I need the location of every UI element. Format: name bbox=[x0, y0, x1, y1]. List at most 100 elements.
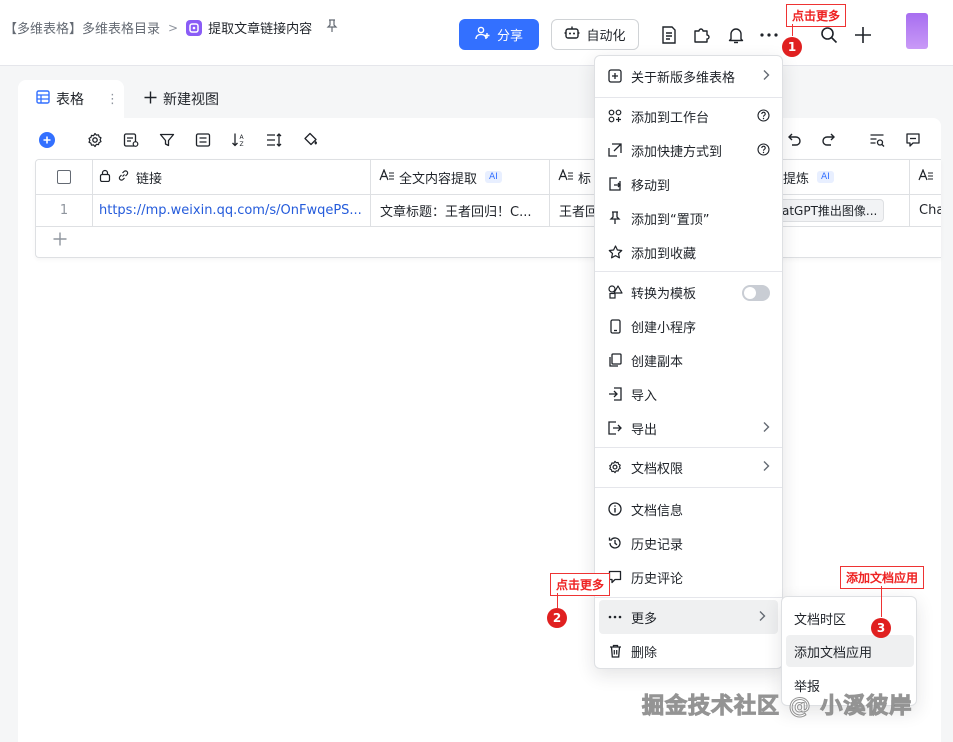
menu-item-import[interactable]: 导入 bbox=[595, 377, 782, 411]
checkbox[interactable] bbox=[57, 170, 71, 184]
menu-item-history[interactable]: 历史记录 bbox=[595, 526, 782, 560]
column-header-full-text[interactable]: 全文内容提取 AI bbox=[371, 160, 550, 194]
export-icon bbox=[607, 420, 623, 436]
phone-icon bbox=[607, 318, 623, 334]
menu-item-pin-top[interactable]: 添加到“置顶” bbox=[595, 201, 782, 235]
menu-item-mini-program[interactable]: 创建小程序 bbox=[595, 309, 782, 343]
cell-extra[interactable]: Cha bbox=[910, 195, 941, 226]
menu-item-about[interactable]: 关于新版多维表格 bbox=[595, 59, 782, 93]
new-view-label: 新建视图 bbox=[163, 92, 219, 108]
menu-item-label: 创建小程序 bbox=[631, 320, 697, 336]
menu-item-create-copy[interactable]: 创建副本 bbox=[595, 343, 782, 377]
redo-icon[interactable] bbox=[819, 130, 839, 150]
menu-item-export[interactable]: 导出 bbox=[595, 411, 782, 445]
breadcrumb-separator: > bbox=[168, 20, 179, 35]
search-icon[interactable] bbox=[819, 25, 839, 45]
import-icon bbox=[607, 386, 623, 402]
breadcrumb-parent[interactable]: 【多维表格】多维表格目录 bbox=[4, 18, 160, 37]
menu-item-add-favorite[interactable]: 添加到收藏 bbox=[595, 235, 782, 269]
row-index: 1 bbox=[36, 195, 93, 226]
column-header-link[interactable]: 链接 bbox=[93, 160, 371, 194]
star-icon bbox=[607, 244, 623, 260]
annotation-2-label: 点击更多 bbox=[550, 573, 611, 596]
annotation-2-badge: 2 bbox=[547, 608, 567, 628]
menu-divider bbox=[595, 271, 782, 272]
text-field-icon bbox=[379, 168, 395, 185]
bitable-app-icon bbox=[186, 19, 203, 36]
cell-summary[interactable]: atGPT推出图像... bbox=[769, 195, 910, 226]
new-view-button[interactable]: 新建视图 bbox=[124, 80, 219, 118]
history-icon bbox=[607, 535, 623, 551]
link-field-icon bbox=[117, 169, 130, 186]
filter-icon[interactable] bbox=[157, 130, 177, 150]
submenu-item-add-doc-app[interactable]: 添加文档应用 bbox=[786, 635, 914, 667]
field-config-icon[interactable] bbox=[121, 130, 141, 150]
chevron-right-icon bbox=[758, 610, 766, 626]
column-header-summary[interactable]: 提炼 AI bbox=[769, 160, 910, 194]
menu-divider bbox=[595, 487, 782, 488]
menu-item-convert-template[interactable]: 转换为模板 bbox=[595, 275, 782, 309]
apps-icon bbox=[607, 108, 623, 124]
group-icon[interactable] bbox=[193, 130, 213, 150]
annotation-2-line bbox=[557, 593, 558, 608]
add-record-icon[interactable] bbox=[39, 132, 55, 148]
row-height-icon[interactable] bbox=[264, 130, 284, 150]
comment-icon[interactable] bbox=[903, 130, 923, 150]
menu-item-label: 添加到“置顶” bbox=[631, 212, 710, 228]
avatar[interactable] bbox=[906, 13, 928, 49]
column-header-extra[interactable] bbox=[910, 160, 941, 194]
menu-item-move-to[interactable]: 移动到 bbox=[595, 167, 782, 201]
tab-table-view[interactable]: 表格 ⋮ bbox=[18, 80, 124, 118]
text-field-icon bbox=[918, 168, 934, 185]
menu-item-add-shortcut[interactable]: 添加快捷方式到 bbox=[595, 133, 782, 167]
cell-link[interactable]: https://mp.weixin.qq.com/s/OnFwqePS... bbox=[93, 195, 371, 226]
doc-list-icon[interactable] bbox=[659, 25, 679, 45]
plugin-icon[interactable] bbox=[691, 25, 711, 45]
more-icon[interactable] bbox=[759, 25, 779, 45]
menu-item-doc-info[interactable]: 文档信息 bbox=[595, 492, 782, 526]
cell-full-text[interactable]: 文章标题：王者回归！C... bbox=[371, 195, 550, 226]
help-icon[interactable] bbox=[757, 143, 770, 160]
ai-badge: AI bbox=[817, 171, 834, 183]
share-button[interactable]: 分享 bbox=[459, 19, 539, 50]
fill-color-icon[interactable] bbox=[301, 130, 321, 150]
pin-icon[interactable] bbox=[326, 18, 338, 37]
help-icon[interactable] bbox=[757, 109, 770, 126]
settings-icon[interactable] bbox=[85, 130, 105, 150]
menu-item-more[interactable]: 更多 bbox=[599, 600, 778, 634]
template-icon bbox=[607, 284, 623, 300]
undo-icon[interactable] bbox=[784, 130, 804, 150]
annotation-3-badge: 3 bbox=[871, 618, 891, 638]
info-square-icon bbox=[607, 68, 623, 84]
annotation-3-line bbox=[881, 586, 882, 617]
tab-more-icon[interactable]: ⋮ bbox=[106, 92, 119, 107]
select-all-checkbox[interactable] bbox=[36, 160, 93, 194]
search-records-icon[interactable] bbox=[867, 130, 887, 150]
info-icon bbox=[607, 501, 623, 517]
share-label: 分享 bbox=[496, 29, 523, 44]
annotation-1-label: 点击更多 bbox=[786, 4, 847, 27]
trash-icon bbox=[607, 643, 623, 659]
share-users-icon bbox=[475, 26, 491, 44]
menu-item-label: 导出 bbox=[631, 422, 658, 438]
table-row[interactable]: 1 https://mp.weixin.qq.com/s/OnFwqePS...… bbox=[36, 195, 941, 227]
bell-icon[interactable] bbox=[726, 25, 746, 45]
menu-item-add-to-workspace[interactable]: 添加到工作台 bbox=[595, 99, 782, 133]
add-row-icon[interactable] bbox=[53, 232, 67, 250]
plus-icon[interactable] bbox=[853, 25, 873, 45]
sort-icon[interactable]: AZ bbox=[229, 130, 249, 150]
menu-item-permissions[interactable]: 文档权限 bbox=[595, 450, 782, 484]
menu-item-delete[interactable]: 删除 bbox=[595, 634, 782, 668]
link-value[interactable]: https://mp.weixin.qq.com/s/OnFwqePS... bbox=[99, 203, 362, 218]
breadcrumb-current[interactable]: 提取文章链接内容 bbox=[208, 18, 312, 37]
menu-item-label: 转换为模板 bbox=[631, 286, 697, 302]
lock-icon bbox=[99, 169, 111, 186]
menu-item-label: 文档权限 bbox=[631, 461, 684, 477]
template-toggle[interactable] bbox=[742, 285, 770, 301]
sheet-toolbar: AZ bbox=[18, 128, 941, 152]
submenu-item-timezone[interactable]: 文档时区 bbox=[782, 602, 916, 634]
chevron-right-icon bbox=[762, 69, 770, 85]
menu-divider bbox=[595, 597, 782, 598]
menu-item-history-comments[interactable]: 历史评论 bbox=[595, 560, 782, 594]
automation-button[interactable]: 自动化 bbox=[551, 19, 639, 50]
